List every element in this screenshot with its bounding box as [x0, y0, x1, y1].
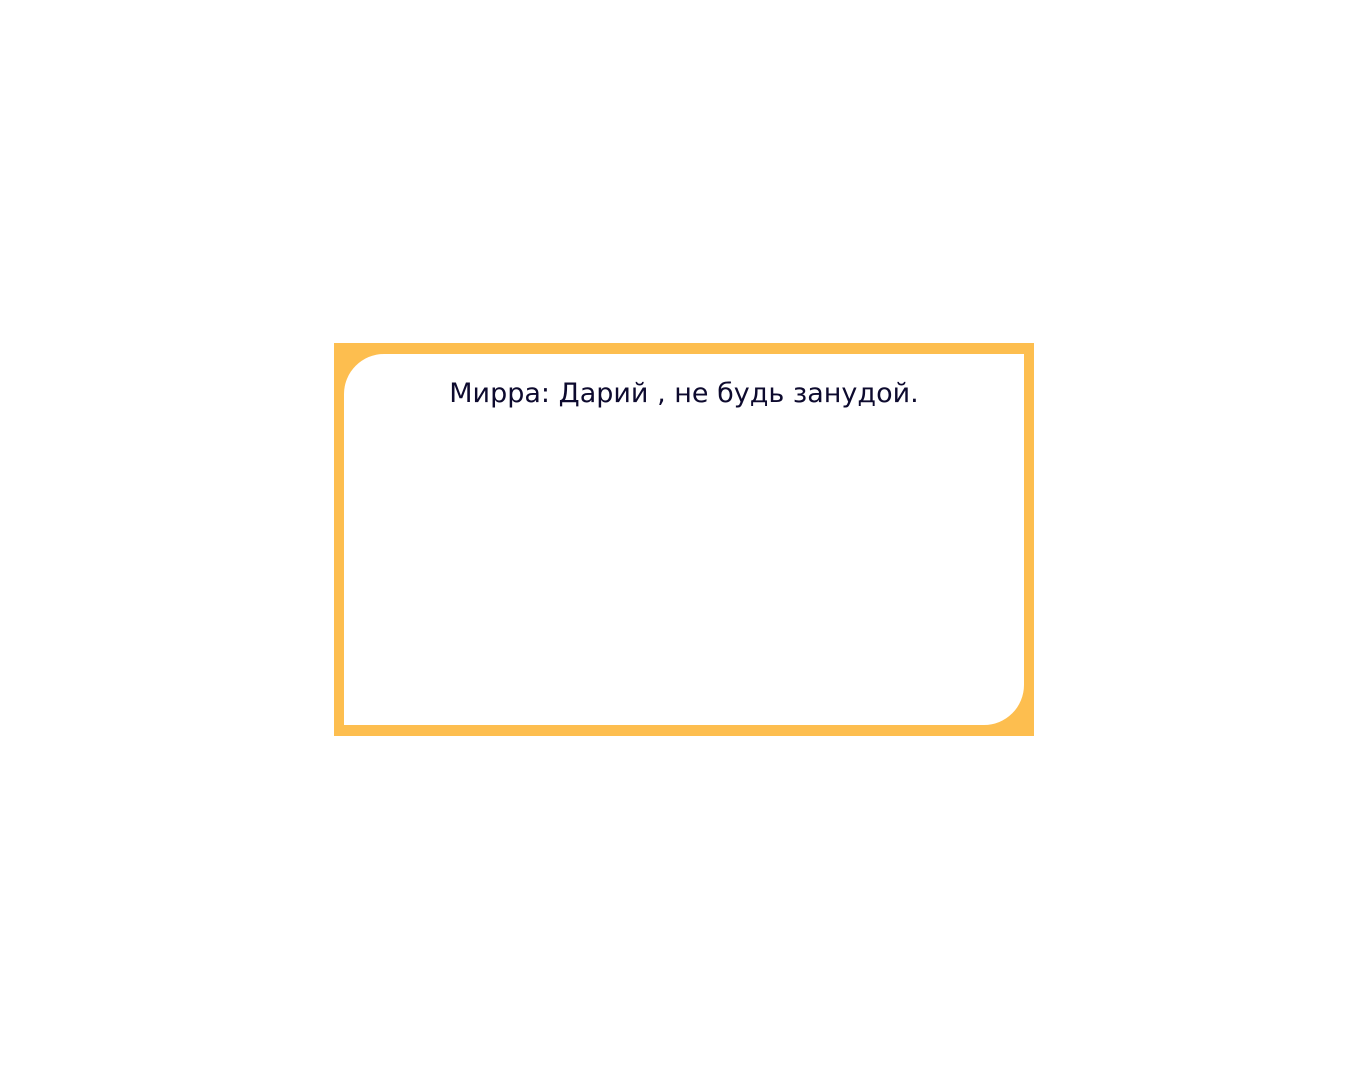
dialog-text: Мирра: Дарий , не будь занудой.: [449, 378, 919, 409]
game-screen: Мирра: Дарий , не будь занудой.: [0, 0, 1366, 1080]
dialog-panel: Мирра: Дарий , не будь занудой.: [344, 354, 1024, 725]
dialog-box[interactable]: Мирра: Дарий , не будь занудой.: [334, 343, 1034, 736]
